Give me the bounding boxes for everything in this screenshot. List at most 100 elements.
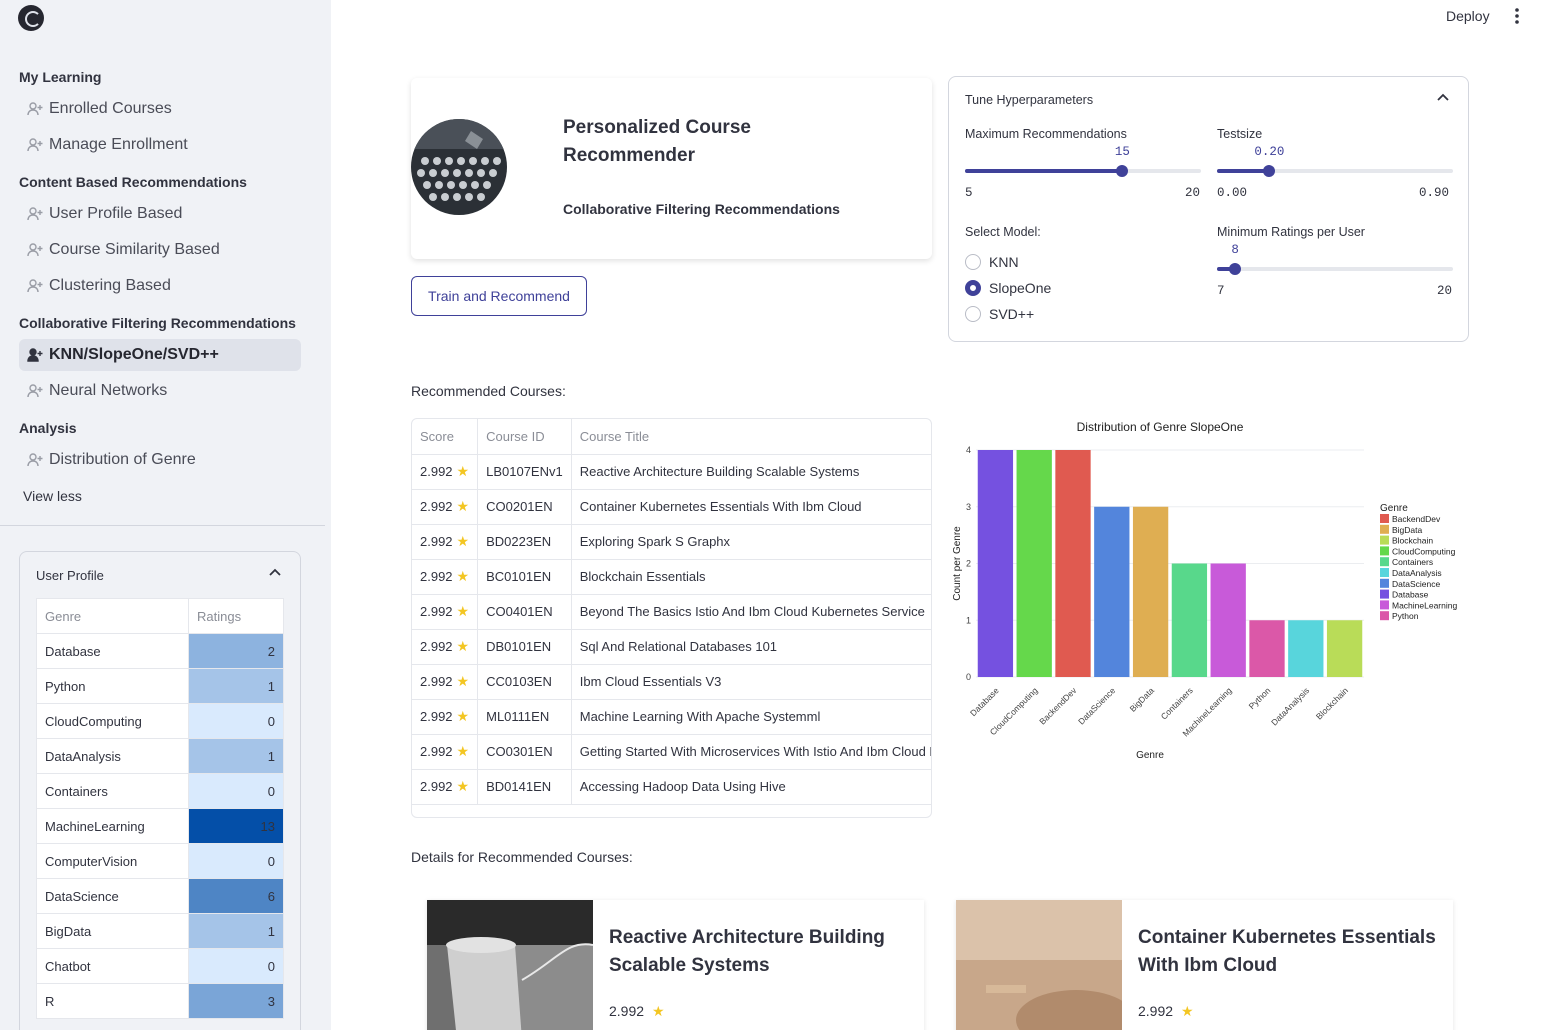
user-profile-title[interactable]: User Profile (36, 568, 104, 583)
table-row[interactable]: 2.992 ★ CO0201EN Container Kubernetes Essen… (412, 489, 931, 525)
course-detail-card[interactable]: Reactive Architecture Building Scalable … (427, 900, 924, 1030)
table-row[interactable]: ComputerVision 0 (36, 843, 284, 879)
score-cell[interactable]: 2.992 ★ (412, 454, 479, 490)
legend-entry[interactable]: Blockchain (1392, 536, 1433, 546)
score-cell[interactable]: 2.992 ★ (412, 489, 479, 525)
course-title-cell[interactable]: Getting Started With Microservices With … (571, 734, 931, 770)
course-title-cell[interactable]: Accessing Hadoop Data Using Hive (571, 769, 931, 805)
genre-cell[interactable]: ComputerVision (36, 843, 189, 879)
rating-cell[interactable]: 1 (188, 913, 284, 949)
legend-entry[interactable]: Containers (1392, 557, 1433, 567)
radio-slopeone[interactable]: SlopeOne (965, 277, 1051, 299)
legend-swatch[interactable] (1380, 514, 1389, 523)
legend-swatch[interactable] (1380, 524, 1389, 534)
course-id-cell[interactable]: ML0111EN (477, 699, 572, 735)
table-row[interactable]: 2.992 ★ DB0101EN Sql And Relational Databas… (412, 629, 931, 665)
score-cell[interactable]: 2.992 ★ (412, 699, 479, 735)
legend-swatch[interactable] (1380, 578, 1389, 588)
course-title-cell[interactable]: Sql And Relational Databases 101 (571, 629, 931, 665)
radio-button[interactable] (965, 254, 981, 270)
genre-cell[interactable]: Containers (36, 773, 189, 809)
sidebar-item-neural-networks[interactable]: Neural Networks (19, 375, 301, 407)
score-cell[interactable]: 2.992 ★ (412, 524, 479, 560)
radio-button[interactable] (965, 280, 981, 296)
table-row[interactable]: 2.992 ★ CC0103EN Ibm Cloud Essentials V3 (412, 664, 931, 700)
table-row[interactable]: 2.992 ★ BC0101EN Blockchain Essentials (412, 559, 931, 595)
course-title-cell[interactable]: Ibm Cloud Essentials V3 (571, 664, 931, 700)
course-id-cell[interactable]: LB0107ENv1 (477, 454, 572, 490)
view-less-link[interactable]: View less (23, 488, 82, 504)
table-row[interactable]: BigData 1 (36, 913, 284, 949)
slider-thumb[interactable] (1229, 263, 1242, 275)
rating-cell[interactable]: 3 (188, 983, 284, 1019)
course-id-cell[interactable]: BD0141EN (477, 769, 572, 805)
bar[interactable] (977, 450, 1014, 677)
max-recommendations-slider[interactable]: 15 (965, 145, 1201, 177)
rating-cell[interactable]: 0 (188, 843, 284, 879)
sidebar-item-course-similarity[interactable]: Course Similarity Based (19, 234, 301, 266)
column-header-genre[interactable]: Genre (36, 598, 189, 634)
column-header-course-title[interactable]: Course Title (571, 419, 931, 455)
course-title-cell[interactable]: Container Kubernetes Essentials With Ibm… (571, 489, 931, 525)
legend-swatch[interactable] (1380, 568, 1389, 577)
score-cell[interactable]: 2.992 ★ (412, 734, 479, 770)
train-and-recommend-button[interactable]: Train and Recommend (411, 276, 587, 316)
bar[interactable] (1210, 563, 1246, 678)
rating-cell[interactable]: 0 (188, 773, 284, 809)
legend-entry[interactable]: DataScience (1392, 579, 1440, 589)
sidebar-item-knn-slopeone-svd[interactable]: KNN/SlopeOne/SVD++ (19, 339, 301, 371)
course-id-cell[interactable]: CO0301EN (477, 734, 572, 770)
legend-swatch[interactable] (1380, 557, 1389, 567)
table-row[interactable]: R3 (36, 983, 284, 1019)
bar[interactable] (1016, 450, 1052, 677)
sidebar-item-enrolled-courses[interactable]: Enrolled Courses (19, 93, 301, 125)
legend-entry[interactable]: CloudComputing (1392, 546, 1456, 556)
course-title-cell[interactable]: Reactive Architecture Building Scalable … (571, 454, 931, 490)
table-row[interactable]: 2.992 ★ CO0301EN Getting Started With Micro… (412, 734, 931, 770)
table-row[interactable]: 2.992 ★ CO0401EN Beyond The Basics Istio An… (412, 594, 931, 630)
table-row[interactable]: 2.992 ★ LB0107ENv1 Reactive Architecture Bu… (412, 454, 931, 490)
chevron-up-icon[interactable] (1436, 91, 1450, 105)
legend-swatch[interactable] (1380, 535, 1389, 545)
legend-entry[interactable]: BigData (1392, 525, 1423, 535)
genre-cell[interactable]: DataAnalysis (36, 738, 189, 774)
course-id-cell[interactable]: BD0223EN (477, 524, 572, 560)
deploy-button[interactable]: Deploy (1440, 6, 1496, 26)
table-row[interactable]: MachineLearning 13 (36, 808, 284, 844)
genre-distribution-chart[interactable]: Distribution of Genre SlopeOne 0 1 2 3 4 Datab… (948, 415, 1468, 775)
rating-cell[interactable]: 6 (188, 878, 284, 914)
genre-cell[interactable]: Database (36, 633, 189, 669)
chevron-up-icon[interactable] (268, 566, 282, 580)
course-id-cell[interactable]: BC0101EN (477, 559, 572, 595)
app-logo[interactable] (18, 5, 44, 31)
score-cell[interactable]: 2.992 ★ (412, 664, 479, 700)
genre-cell[interactable]: CloudComputing (36, 703, 189, 739)
genre-cell[interactable]: Chatbot (36, 948, 189, 984)
bar[interactable] (1094, 506, 1130, 677)
course-id-cell[interactable]: DB0101EN (477, 629, 572, 665)
bar[interactable] (1132, 506, 1169, 677)
legend-swatch[interactable] (1380, 546, 1389, 556)
bar[interactable] (1288, 620, 1324, 677)
sidebar-item-clustering-based[interactable]: Clustering Based (19, 270, 301, 302)
course-title-cell[interactable]: Machine Learning With Apache Systemml (571, 699, 931, 735)
genre-cell[interactable]: Python (36, 668, 189, 704)
course-id-cell[interactable]: CO0401EN (477, 594, 572, 630)
course-title-cell[interactable]: Exploring Spark S Graphx (571, 524, 931, 560)
rating-cell[interactable]: 0 (188, 948, 284, 984)
genre-cell[interactable]: MachineLearning (36, 808, 189, 844)
course-id-cell[interactable]: CC0103EN (477, 664, 572, 700)
radio-button[interactable] (965, 306, 981, 322)
table-row[interactable]: DataAnalysis 1 (36, 738, 284, 774)
slider-thumb[interactable] (1263, 165, 1276, 177)
rating-cell[interactable]: 2 (188, 633, 284, 669)
radio-knn[interactable]: KNN (965, 251, 1019, 273)
rating-cell[interactable]: 13 (188, 808, 284, 844)
bar[interactable] (1171, 563, 1208, 678)
radio-svdpp[interactable]: SVD++ (965, 303, 1034, 325)
course-title-cell[interactable]: Blockchain Essentials (571, 559, 931, 595)
min-ratings-slider[interactable]: 8 (1217, 243, 1453, 275)
table-row[interactable]: Chatbot 0 (36, 948, 284, 984)
legend-swatch[interactable] (1380, 611, 1389, 621)
score-cell[interactable]: 2.992 ★ (412, 769, 479, 805)
